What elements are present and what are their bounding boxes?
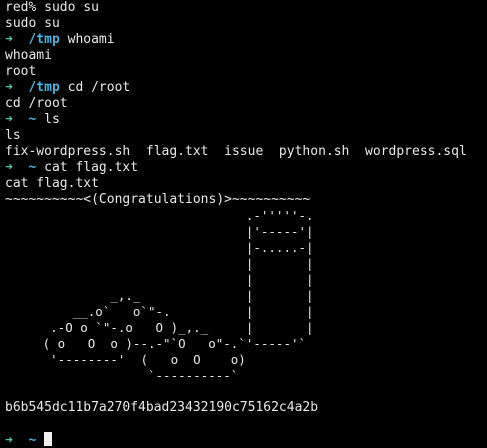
- terminal-window[interactable]: red% sudo su sudo su ➜ /tmp whoami whoam…: [0, 0, 487, 448]
- ascii-art-line: '--------' ( o O o): [5, 352, 246, 367]
- prompt-directory: ~: [28, 112, 37, 127]
- arrow-icon: ➜: [5, 433, 13, 448]
- output-line: cd /root: [5, 96, 68, 111]
- prompt-line: ➜ ~ cat flag.txt: [5, 160, 487, 176]
- ascii-art-line: _,._ | |: [5, 288, 314, 303]
- prompt-directory: ~: [28, 160, 37, 175]
- ascii-art-line: ( o O o )--.-"`O o"-.`'-----'`: [5, 336, 307, 351]
- output-line: ls: [5, 128, 21, 143]
- prompt-directory: ~: [28, 433, 37, 448]
- congrats-banner: ~~~~~~~~~~<(Congratulations)>~~~~~~~~~~: [5, 192, 311, 207]
- active-prompt[interactable]: ➜ ~: [5, 432, 487, 448]
- prompt-command: cat flag.txt: [44, 160, 139, 175]
- ascii-art-line: `----------`: [5, 368, 239, 383]
- arrow-icon: ➜: [5, 112, 13, 127]
- prompt-line: ➜ /tmp cd /root: [5, 80, 487, 96]
- prompt-command: whoami: [67, 32, 115, 47]
- ascii-art-line: __.o` o`"-. | |: [5, 304, 314, 319]
- prompt-line: ➜ /tmp whoami: [5, 32, 487, 48]
- output-line: red% sudo su: [5, 0, 99, 15]
- ascii-art-line: | |: [5, 256, 314, 271]
- prompt-directory: /tmp: [28, 80, 60, 95]
- ascii-art-line: |-.....-|: [5, 240, 314, 255]
- ascii-art-line: |'-----'|: [5, 224, 314, 239]
- prompt-command: ls: [44, 112, 60, 127]
- prompt-command: cd /root: [67, 80, 131, 95]
- flag-value: b6b545dc11b7a270f4bad23432190c75162c4a2b: [5, 400, 319, 415]
- block-cursor: [44, 432, 53, 446]
- ascii-art-line: .-O o `"-.o O )_,._ | |: [5, 320, 314, 335]
- ls-output: fix-wordpress.sh flag.txt issue python.s…: [5, 144, 467, 159]
- arrow-icon: ➜: [5, 160, 13, 175]
- prompt-directory: /tmp: [28, 32, 60, 47]
- prompt-line: ➜ ~ ls: [5, 112, 487, 128]
- arrow-icon: ➜: [5, 32, 13, 47]
- output-line: cat flag.txt: [5, 176, 99, 191]
- output-line: whoami: [5, 48, 52, 63]
- ascii-art: .-'''''-. |'-----'| |-.....-| | | | | _,…: [5, 208, 487, 384]
- ascii-art-line: | |: [5, 272, 314, 287]
- output-line: root: [5, 64, 37, 79]
- output-line: sudo su: [5, 16, 60, 31]
- arrow-icon: ➜: [5, 80, 13, 95]
- ascii-art-line: .-'''''-.: [5, 208, 314, 223]
